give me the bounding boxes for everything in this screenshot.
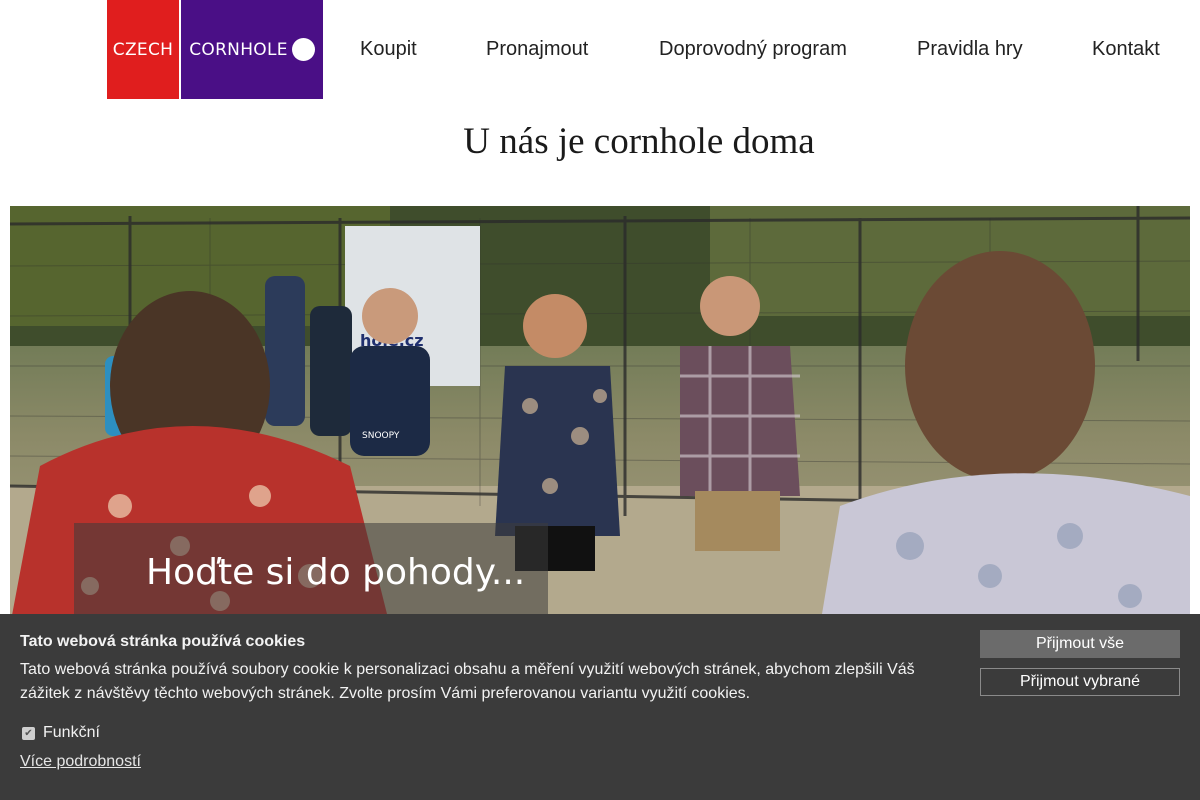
accept-all-button[interactable]: Přijmout vše bbox=[980, 630, 1180, 658]
cookie-option-functional[interactable]: ✔ Funkční bbox=[22, 724, 100, 742]
cookie-option-label: Funkční bbox=[43, 724, 100, 741]
nav-item-pravidla-hry[interactable]: Pravidla hry bbox=[917, 38, 1023, 61]
nav-item-kontakt[interactable]: Kontakt bbox=[1092, 38, 1160, 61]
main-navigation: Koupit Pronajmout Doprovodný program Pra… bbox=[0, 38, 1200, 64]
cookie-title: Tato webová stránka používá cookies bbox=[20, 633, 306, 650]
nav-item-pronajmout[interactable]: Pronajmout bbox=[486, 38, 588, 61]
hero-image: hole.cz SNOOPY bbox=[10, 206, 1190, 626]
cookie-more-details-link[interactable]: Více podrobností bbox=[20, 753, 141, 771]
shirt-text: SNOOPY bbox=[362, 431, 400, 441]
cookie-consent-bar: Tato webová stránka používá cookies Tato… bbox=[0, 614, 1200, 800]
nav-item-koupit[interactable]: Koupit bbox=[360, 38, 417, 61]
page-title: U nás je cornhole doma bbox=[463, 121, 815, 162]
accept-selected-button[interactable]: Přijmout vybrané bbox=[980, 668, 1180, 696]
nav-item-doprovodny-program[interactable]: Doprovodný program bbox=[659, 38, 847, 61]
hero-caption: Hoďte si do pohody... bbox=[146, 552, 526, 593]
checkbox-checked-icon[interactable]: ✔ bbox=[22, 726, 35, 740]
cookie-description: Tato webová stránka používá soubory cook… bbox=[20, 661, 915, 702]
